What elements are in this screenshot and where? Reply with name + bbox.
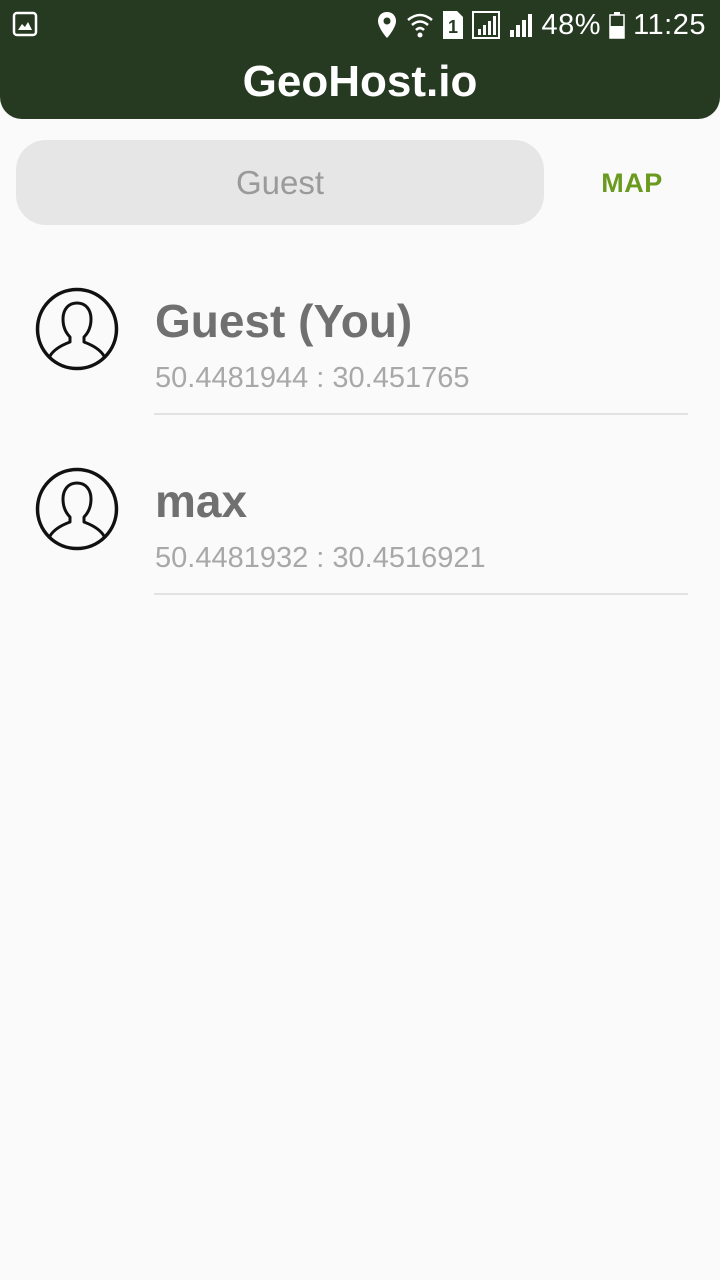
divider [154,413,688,415]
wifi-icon [406,11,434,39]
battery-icon [609,11,625,39]
location-icon [376,11,398,39]
sim-icon: 1 [442,10,464,40]
app-bar: GeoHost.io [0,50,720,119]
user-list: Guest (You) 50.4481944 : 30.451765 max 5… [0,250,720,610]
status-bar: 1 48% 11:25 [0,0,720,50]
svg-text:1: 1 [448,17,458,37]
user-avatar-icon [35,287,119,371]
signal-icon [471,11,500,39]
user-coordinates: 50.4481944 : 30.451765 [155,362,470,394]
clock: 11:25 [633,8,706,41]
user-coordinates: 50.4481932 : 30.4516921 [155,542,486,574]
map-button[interactable]: MAP [572,150,692,216]
gallery-notification-icon [12,11,38,37]
signal-icon [508,12,534,38]
app-title: GeoHost.io [242,56,478,106]
user-name: Guest (You) [155,295,413,347]
battery-percent: 48% [541,8,602,41]
name-input[interactable] [16,140,544,225]
user-name: max [155,475,248,527]
list-item[interactable]: max 50.4481932 : 30.4516921 [0,430,720,610]
divider [154,593,688,595]
user-avatar-icon [35,467,119,551]
list-item[interactable]: Guest (You) 50.4481944 : 30.451765 [0,250,720,430]
